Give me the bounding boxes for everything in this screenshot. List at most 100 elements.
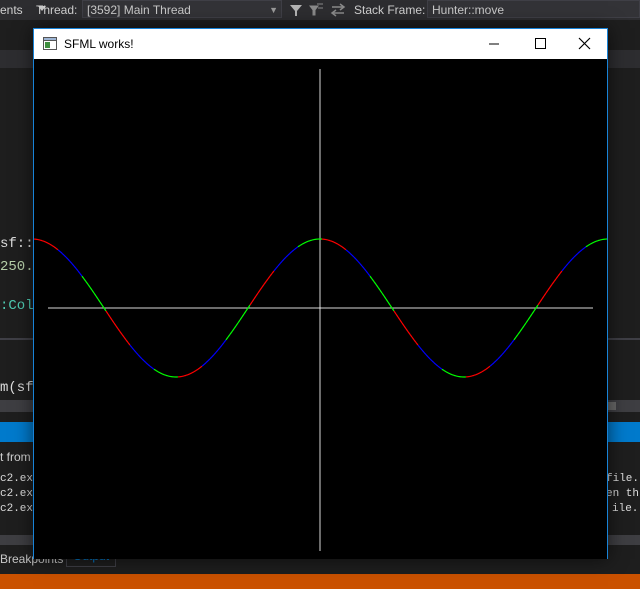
curve-segment	[487, 365, 491, 369]
curve-segment	[587, 243, 591, 246]
curve-segment	[231, 328, 235, 332]
minimize-button[interactable]	[471, 29, 517, 59]
curve-segment	[211, 354, 215, 358]
curve-segment	[551, 281, 555, 285]
curve-segment	[355, 258, 359, 262]
curve-segment	[429, 358, 433, 362]
curve-segment	[223, 339, 227, 343]
curve-segment	[357, 260, 361, 265]
curve-segment	[491, 362, 495, 365]
curve-segment	[447, 372, 451, 375]
curve-segment	[333, 241, 337, 244]
thread-select[interactable]: [3592] Main Thread ▼	[82, 0, 282, 18]
curve-segment	[199, 365, 203, 369]
curve-segment	[99, 301, 103, 306]
curve-segment	[573, 254, 577, 258]
curve-segment	[249, 301, 253, 306]
curve-segment	[477, 372, 481, 375]
curve-segment	[341, 246, 345, 249]
curve-segment	[229, 331, 233, 335]
curve-segment	[297, 244, 301, 248]
render-canvas[interactable]	[34, 59, 607, 559]
thread-value: [3592] Main Thread	[87, 3, 191, 17]
code-line-4[interactable]: m(sf	[0, 380, 34, 396]
curve-segment	[335, 242, 339, 245]
curve-segment	[161, 373, 165, 376]
stack-frame-select[interactable]: Hunter::move	[427, 0, 640, 18]
curve-segment	[133, 349, 137, 353]
curve-segment	[153, 368, 157, 372]
curve-segment	[481, 370, 485, 373]
curve-segment	[89, 286, 93, 291]
curve-segment	[421, 349, 425, 353]
curve-segment	[209, 356, 213, 360]
filter-icon[interactable]	[288, 2, 304, 18]
curve-segment	[443, 370, 447, 373]
window-titlebar[interactable]: SFML works!	[34, 29, 607, 59]
curve-segment	[139, 356, 143, 360]
code-line-2[interactable]: 250.	[0, 259, 34, 275]
curve-segment	[141, 358, 145, 362]
curve-segment	[271, 270, 275, 274]
curve-segment	[565, 263, 569, 267]
curve-segment	[373, 281, 377, 285]
curve-segment	[183, 374, 187, 377]
curve-segment	[523, 322, 527, 327]
curve-segment	[515, 334, 519, 338]
app-icon	[43, 37, 57, 50]
curve-segment	[225, 336, 229, 341]
curve-segment	[537, 301, 541, 306]
curve-segment	[471, 374, 475, 377]
curve-segment	[93, 292, 97, 297]
curve-segment	[145, 362, 149, 365]
curve-segment	[193, 370, 197, 373]
curve-segment	[589, 242, 593, 245]
curve-segment	[499, 354, 503, 358]
curve-segment	[431, 360, 435, 364]
curve-segment	[353, 256, 357, 260]
curve-segment	[345, 249, 349, 252]
curve-segment	[577, 251, 581, 254]
curve-segment	[43, 240, 47, 243]
curve-segment	[479, 371, 483, 374]
sfml-window[interactable]: SFML works!	[33, 28, 608, 559]
curve-segment	[379, 289, 383, 294]
curve-segment	[423, 351, 427, 356]
curve-segment	[115, 325, 119, 330]
close-button[interactable]	[561, 29, 607, 59]
curve-segment	[495, 358, 499, 362]
maximize-button[interactable]	[517, 29, 563, 59]
debug-toolbar: ents Thread: [3592] Main Thread ▼ Stack …	[0, 0, 640, 20]
curve-segment	[371, 278, 375, 282]
curve-segment	[309, 239, 313, 242]
curve-segment	[273, 268, 277, 272]
curve-segment	[427, 356, 431, 360]
curve-segment	[235, 322, 239, 327]
events-label[interactable]: ents	[0, 3, 23, 17]
curve-segment	[347, 251, 351, 254]
curve-segment	[595, 240, 599, 242]
curve-segment	[55, 247, 59, 251]
curve-segment	[45, 241, 49, 244]
curve-segment	[433, 362, 437, 365]
curve-segment	[393, 310, 397, 315]
chevron-down-icon: ▼	[269, 5, 278, 15]
output-line: ile.	[612, 503, 639, 515]
curve-segment	[71, 263, 75, 267]
curve-segment	[351, 254, 355, 258]
curve-segment	[453, 374, 457, 377]
curve-segment	[511, 339, 515, 343]
output-source-label: t from	[0, 450, 31, 464]
curve-segment	[73, 265, 77, 269]
curve-segment	[163, 374, 167, 376]
curve-segment	[237, 319, 241, 324]
status-bar	[0, 574, 640, 589]
swap-icon[interactable]	[330, 2, 346, 18]
curve-segment	[107, 313, 111, 318]
curve-segment	[131, 347, 135, 351]
curve-segment	[377, 286, 381, 291]
curve-segment	[151, 367, 155, 370]
curve-segment	[289, 251, 293, 254]
curve-segment	[243, 310, 247, 315]
flag-threads-icon[interactable]	[308, 2, 324, 18]
